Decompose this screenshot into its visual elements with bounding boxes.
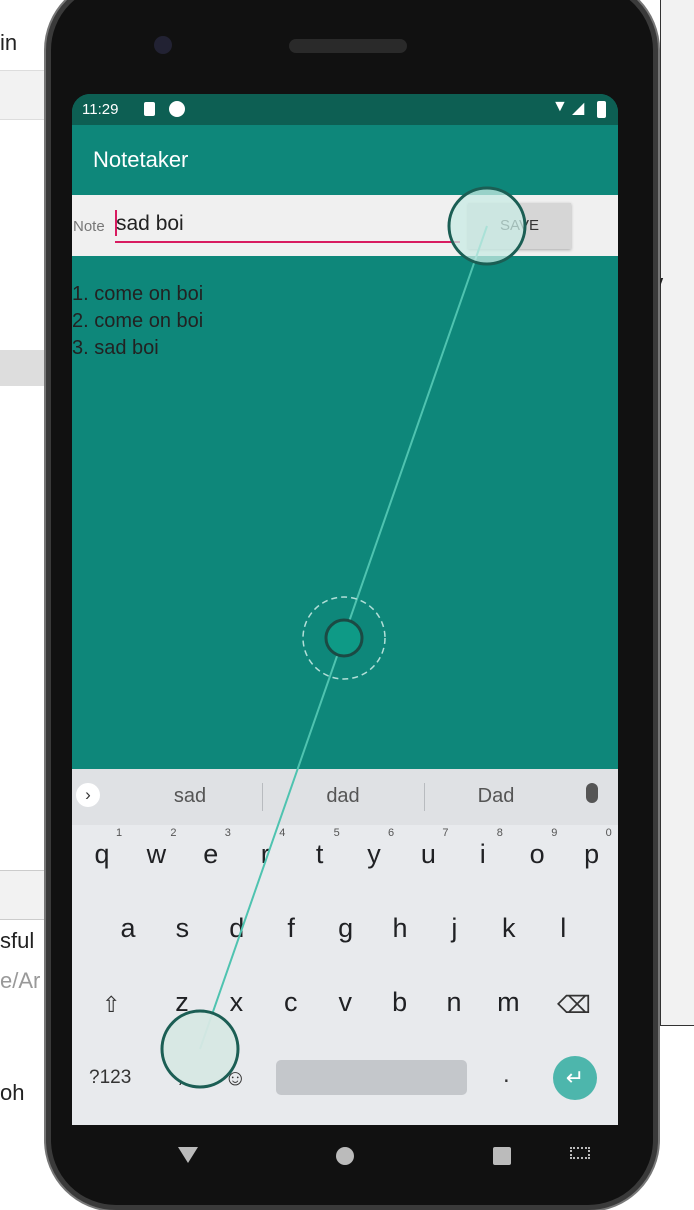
touch-start-point (447, 186, 527, 266)
touch-end-point (160, 1009, 240, 1089)
touch-gesture-overlay (160, 186, 527, 1089)
touch-current-point (324, 618, 364, 658)
